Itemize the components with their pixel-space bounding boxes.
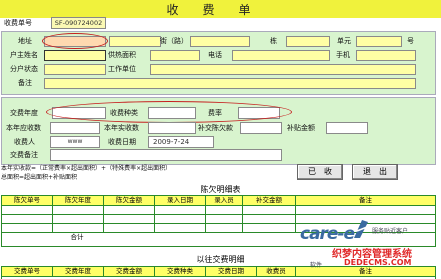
owner-remark-field[interactable] [44,78,416,89]
payee-field[interactable]: www [50,136,100,148]
mobile-label: 手机 [336,51,350,59]
work-unit-field[interactable] [150,64,416,75]
year-label: 交费年度 [10,109,38,117]
arrears-col-header[interactable]: 录入员 [206,196,243,205]
arrears-label: 补交陈欠款 [198,124,233,132]
formula-note-2: 总面积=超出面积+补贴面积 [1,174,78,181]
total-label: 合计 [70,233,84,241]
logo-tagline: 服务贴近客户 [372,228,409,235]
history-col-header[interactable]: 交费金额 [104,267,155,276]
formula-note-1: 本年实收款=（正常费率×超出面积）+（特殊费率×超出面积） [1,165,172,172]
household-status-field[interactable] [44,64,106,75]
arrears-col-header[interactable]: 陈欠金额 [104,196,155,205]
docno-label: 收费单号 [4,19,32,27]
logo-software-label: 软件 [310,262,323,269]
unit-label: 单元 [337,37,351,45]
date-label: 收费日期 [108,138,136,146]
district-field[interactable] [109,36,161,47]
heat-area-field[interactable] [150,50,200,61]
year-due-field[interactable] [50,122,100,134]
unit-field[interactable] [356,36,402,47]
address-highlight-oval [42,33,108,49]
received-button[interactable]: 已 收 [297,164,343,180]
table-row[interactable] [2,224,435,233]
history-col-header[interactable]: 收费员 [257,267,296,276]
year-paid-label: 本年实收数 [104,124,139,132]
watermark-subtitle: DEDECMS.COM [344,258,412,267]
table-row[interactable] [2,215,435,224]
household-status-label: 分户状态 [10,65,38,73]
table-row[interactable] [2,206,435,215]
arrears-table-header: 陈欠单号 陈欠年度 陈欠金额 录入日期 录入员 补交金额 备注 [2,196,435,206]
owner-name-label: 户主姓名 [10,51,38,59]
street-label: 街（路） [160,37,188,45]
arrears-col-header[interactable]: 备注 [296,196,435,205]
year-due-label: 本年应收数 [6,124,41,132]
fee-receipt-window: 收费单 收费单号 SF-090724002 地址 街（路） 栋 单元 号 户主姓… [0,0,441,279]
payee-label: 收费人 [14,138,35,146]
payment-remark-field[interactable] [50,149,282,161]
history-col-header[interactable]: 交费种类 [155,267,206,276]
arrears-col-header[interactable]: 陈欠年度 [53,196,104,205]
arrears-table-title: 陈欠明细表 [200,185,241,194]
year-paid-field[interactable] [148,122,196,134]
exit-button[interactable]: 退 出 [352,164,398,180]
arrears-col-header[interactable]: 陈欠单号 [2,196,53,205]
owner-remark-label: 备注 [18,79,32,87]
heat-area-label: 供热面积 [108,51,136,59]
history-col-header[interactable]: 交费年度 [53,267,104,276]
arrears-field[interactable] [240,122,282,134]
history-table-header: 交费单号 交费年度 交费金额 交费种类 交费日期 收费员 备注 [2,267,435,277]
history-col-header[interactable]: 交费单号 [2,267,53,276]
history-table: 交费单号 交费年度 交费金额 交费种类 交费日期 收费员 备注 [1,266,436,279]
building-label: 栋 [270,37,277,45]
mobile-field[interactable] [356,50,416,61]
work-unit-label: 工作单位 [108,65,136,73]
street-field[interactable] [190,36,250,47]
phone-field[interactable] [232,50,330,61]
logo-swoosh-icon [352,218,370,240]
owner-name-field[interactable] [44,50,106,61]
room-label: 号 [407,37,414,45]
arrears-col-header[interactable]: 录入日期 [155,196,206,205]
docno-field[interactable]: SF-090724002 [51,17,106,29]
date-field[interactable]: 2009-7-24 [148,136,214,148]
payment-highlight-oval [46,101,292,123]
surcharge-field[interactable] [326,122,368,134]
building-field[interactable] [286,36,330,47]
address-label: 地址 [18,37,32,45]
total-row: 合计 [2,233,435,241]
care-e-logo: care-e [300,224,355,244]
phone-label: 电话 [208,51,222,59]
form-title: 收费单 [166,3,275,17]
payment-remark-label: 交费备注 [10,151,38,159]
history-col-header[interactable]: 交费日期 [206,267,257,276]
arrears-col-header[interactable]: 补交金额 [243,196,296,205]
surcharge-label: 补贴金额 [287,124,315,132]
arrears-table: 陈欠单号 陈欠年度 陈欠金额 录入日期 录入员 补交金额 备注 合计 [1,195,436,247]
